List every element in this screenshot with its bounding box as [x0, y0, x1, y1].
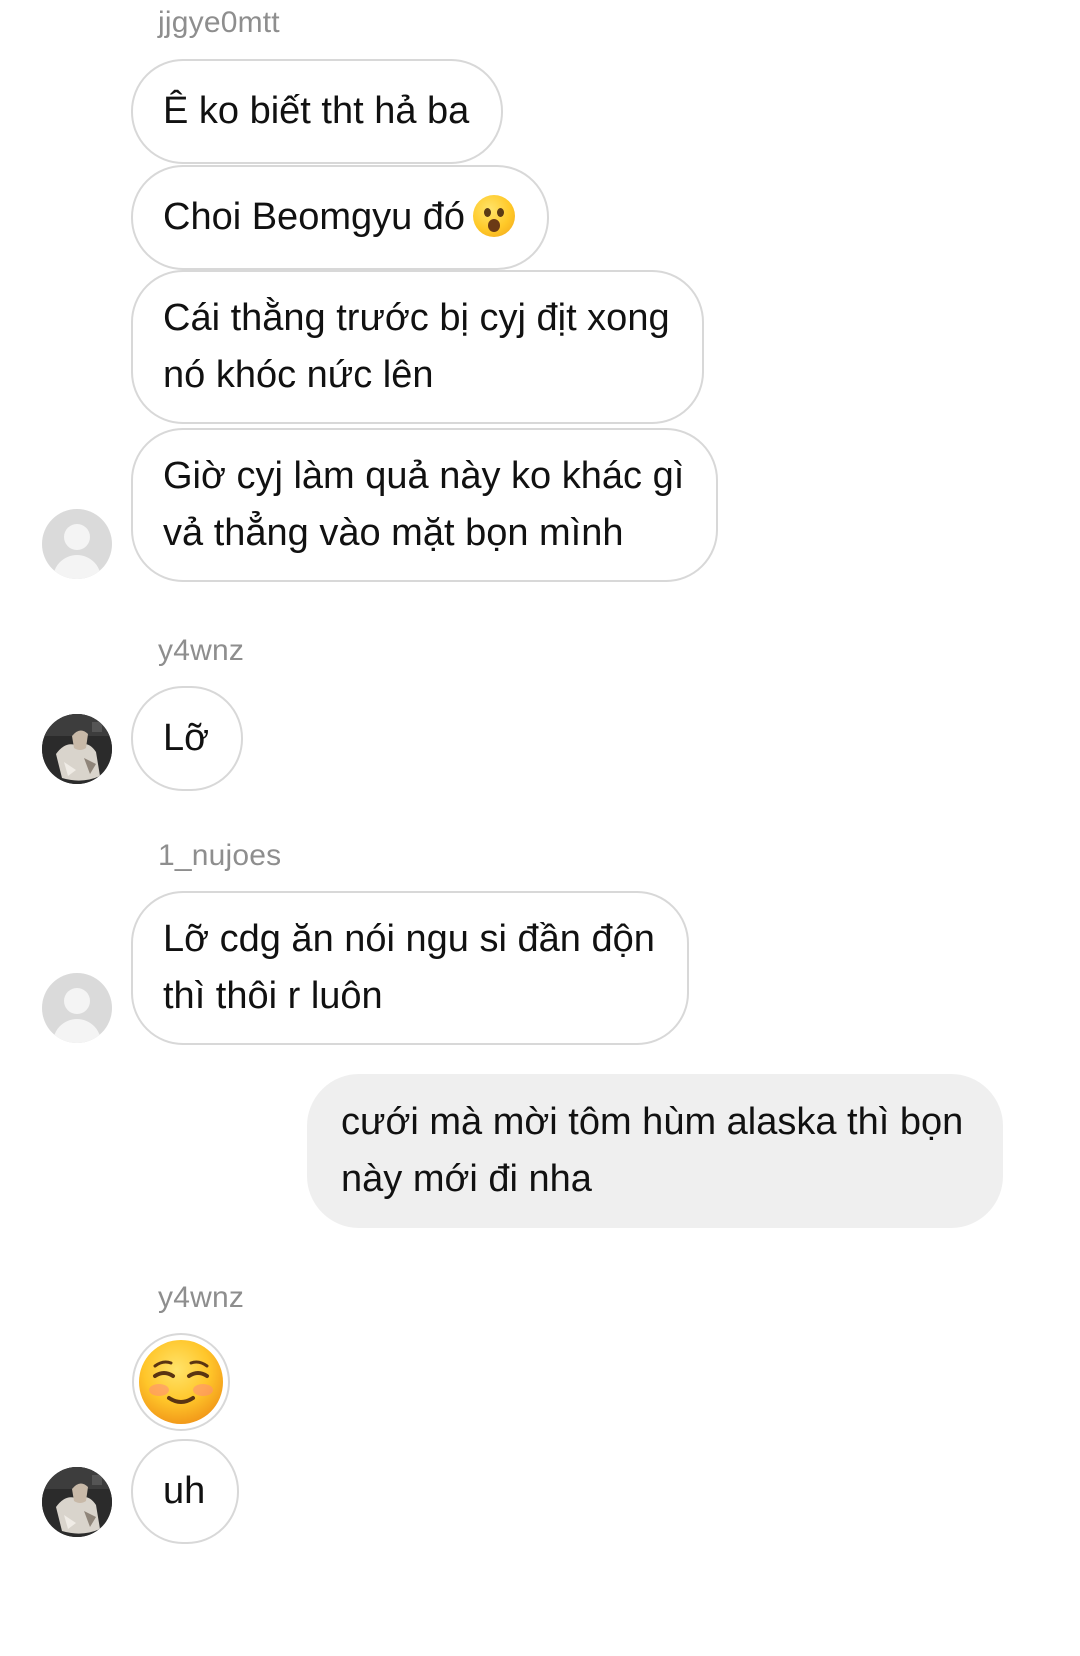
message-text: Choi Beomgyu đó [163, 189, 516, 246]
smiling-face-emoji-icon [139, 1340, 223, 1424]
message-bubble[interactable]: Ê ko biết tht hả ba [131, 59, 504, 164]
message-text: cưới mà mời tôm hùm alaska thì bọn [341, 1101, 964, 1143]
sender-username: y4wnz [158, 634, 245, 667]
message-text: nó khóc nức lên [163, 354, 434, 396]
message-text: vả thẳng vào mặt bọn mình [163, 512, 624, 554]
message-text: Lỡ cdg ăn nói ngu si đần độn [163, 918, 655, 960]
profile-photo-icon [42, 714, 112, 784]
emoji-message-bubble[interactable] [132, 1333, 230, 1431]
message-bubble[interactable]: Lỡ cdg ăn nói ngu si đần độn thì thôi r … [131, 891, 689, 1045]
default-avatar-icon[interactable] [42, 973, 112, 1043]
profile-photo-avatar[interactable] [42, 714, 112, 784]
message-bubble[interactable]: Giờ cyj làm quả này ko khác gì vả thẳng … [131, 428, 719, 582]
message-text: Lỡ [163, 717, 210, 759]
message-bubble[interactable]: uh [131, 1439, 240, 1544]
message-text: này mới đi nha [341, 1158, 592, 1200]
default-avatar-icon[interactable] [42, 509, 112, 579]
profile-photo-icon [42, 1467, 112, 1537]
message-text: thì thôi r luôn [163, 975, 383, 1017]
message-text: uh [163, 1470, 206, 1512]
message-text: Giờ cyj làm quả này ko khác gì [163, 455, 685, 497]
message-text: Cái thằng trước bị cyj địt xong [163, 297, 670, 339]
sender-username: y4wnz [158, 1281, 245, 1314]
profile-photo-avatar[interactable] [42, 1467, 112, 1537]
message-text: Ê ko biết tht hả ba [163, 90, 470, 132]
message-bubble[interactable]: Cái thằng trước bị cyj địt xong nó khóc … [131, 270, 704, 424]
astonished-face-icon [473, 195, 516, 237]
outgoing-message-bubble[interactable]: cưới mà mời tôm hùm alaska thì bọn này m… [307, 1074, 1004, 1228]
message-bubble[interactable]: Lỡ [131, 686, 244, 791]
sender-username: jjgye0mtt [158, 6, 280, 39]
message-bubble[interactable]: Choi Beomgyu đó [131, 165, 550, 270]
sender-username: 1_nujoes [158, 839, 282, 872]
